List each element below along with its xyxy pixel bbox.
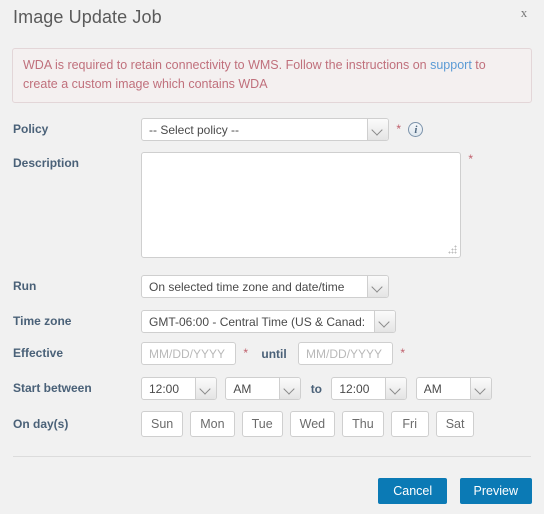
description-control-group: *: [141, 152, 473, 261]
start-to-meridiem-select[interactable]: AM: [415, 377, 492, 400]
policy-select-wrapper: -- Select policy --: [141, 118, 389, 141]
close-icon[interactable]: x: [514, 3, 534, 23]
run-label: Run: [13, 279, 37, 293]
start-from-time-select[interactable]: 12:00: [141, 377, 217, 400]
on-days-label: On day(s): [13, 417, 69, 431]
warning-text-before: WDA is required to retain connectivity t…: [23, 58, 431, 72]
effective-from-required-marker: *: [243, 345, 249, 360]
day-button-mon[interactable]: Mon: [190, 411, 235, 437]
on-days-button-group: Sun Mon Tue Wed Thu Fri Sat: [141, 411, 475, 437]
day-button-sat[interactable]: Sat: [435, 411, 475, 437]
support-link[interactable]: support: [430, 58, 472, 72]
start-from-time-wrapper: 12:00: [141, 377, 217, 400]
dialog-titlebar: Image Update Job x: [0, 0, 544, 40]
preview-button[interactable]: Preview: [459, 478, 532, 504]
effective-label: Effective: [13, 346, 64, 360]
day-button-tue[interactable]: Tue: [241, 411, 283, 437]
start-to-time-wrapper: 12:00: [331, 377, 408, 400]
time-zone-select[interactable]: GMT-06:00 - Central Time (US & Canad:: [141, 310, 396, 333]
day-button-fri[interactable]: Fri: [390, 411, 429, 437]
description-required-marker: *: [468, 152, 474, 166]
run-select[interactable]: On selected time zone and date/time: [141, 275, 389, 298]
warning-banner: WDA is required to retain connectivity t…: [12, 48, 532, 103]
start-between-to-label: to: [310, 381, 323, 396]
start-from-meridiem-wrapper: AM: [225, 377, 302, 400]
image-update-job-dialog: Image Update Job x WDA is required to re…: [0, 0, 544, 514]
info-icon[interactable]: i: [408, 122, 424, 137]
start-to-time-select[interactable]: 12:00: [331, 377, 408, 400]
day-button-thu[interactable]: Thu: [342, 411, 384, 437]
description-label: Description: [13, 156, 80, 170]
time-zone-control-group: GMT-06:00 - Central Time (US & Canad:: [141, 310, 396, 333]
effective-control-group: * until *: [141, 342, 405, 365]
time-zone-select-wrapper: GMT-06:00 - Central Time (US & Canad:: [141, 310, 396, 333]
run-control-group: On selected time zone and date/time: [141, 275, 389, 298]
policy-control-group: -- Select policy -- * i: [141, 118, 424, 141]
effective-to-required-marker: *: [400, 345, 406, 360]
day-button-sun[interactable]: Sun: [141, 411, 184, 437]
start-between-label: Start between: [13, 381, 92, 395]
run-select-wrapper: On selected time zone and date/time: [141, 275, 389, 298]
description-textarea[interactable]: [141, 152, 461, 258]
dialog-title: Image Update Job: [13, 7, 162, 27]
policy-required-marker: *: [396, 121, 402, 136]
effective-from-input[interactable]: [141, 342, 236, 365]
day-button-wed[interactable]: Wed: [289, 411, 336, 437]
cancel-button[interactable]: Cancel: [378, 478, 448, 504]
start-to-meridiem-wrapper: AM: [415, 377, 492, 400]
time-zone-label: Time zone: [13, 314, 72, 328]
effective-until-label: until: [261, 346, 287, 361]
policy-label: Policy: [13, 122, 49, 136]
footer-divider: [13, 456, 531, 457]
start-from-meridiem-select[interactable]: AM: [225, 377, 302, 400]
start-between-control-group: 12:00 AM to 12:00 AM: [141, 377, 492, 400]
effective-to-input[interactable]: [298, 342, 394, 365]
description-textarea-wrapper: [141, 152, 461, 258]
dialog-footer: Cancel Preview: [369, 478, 532, 504]
policy-select[interactable]: -- Select policy --: [141, 118, 389, 141]
